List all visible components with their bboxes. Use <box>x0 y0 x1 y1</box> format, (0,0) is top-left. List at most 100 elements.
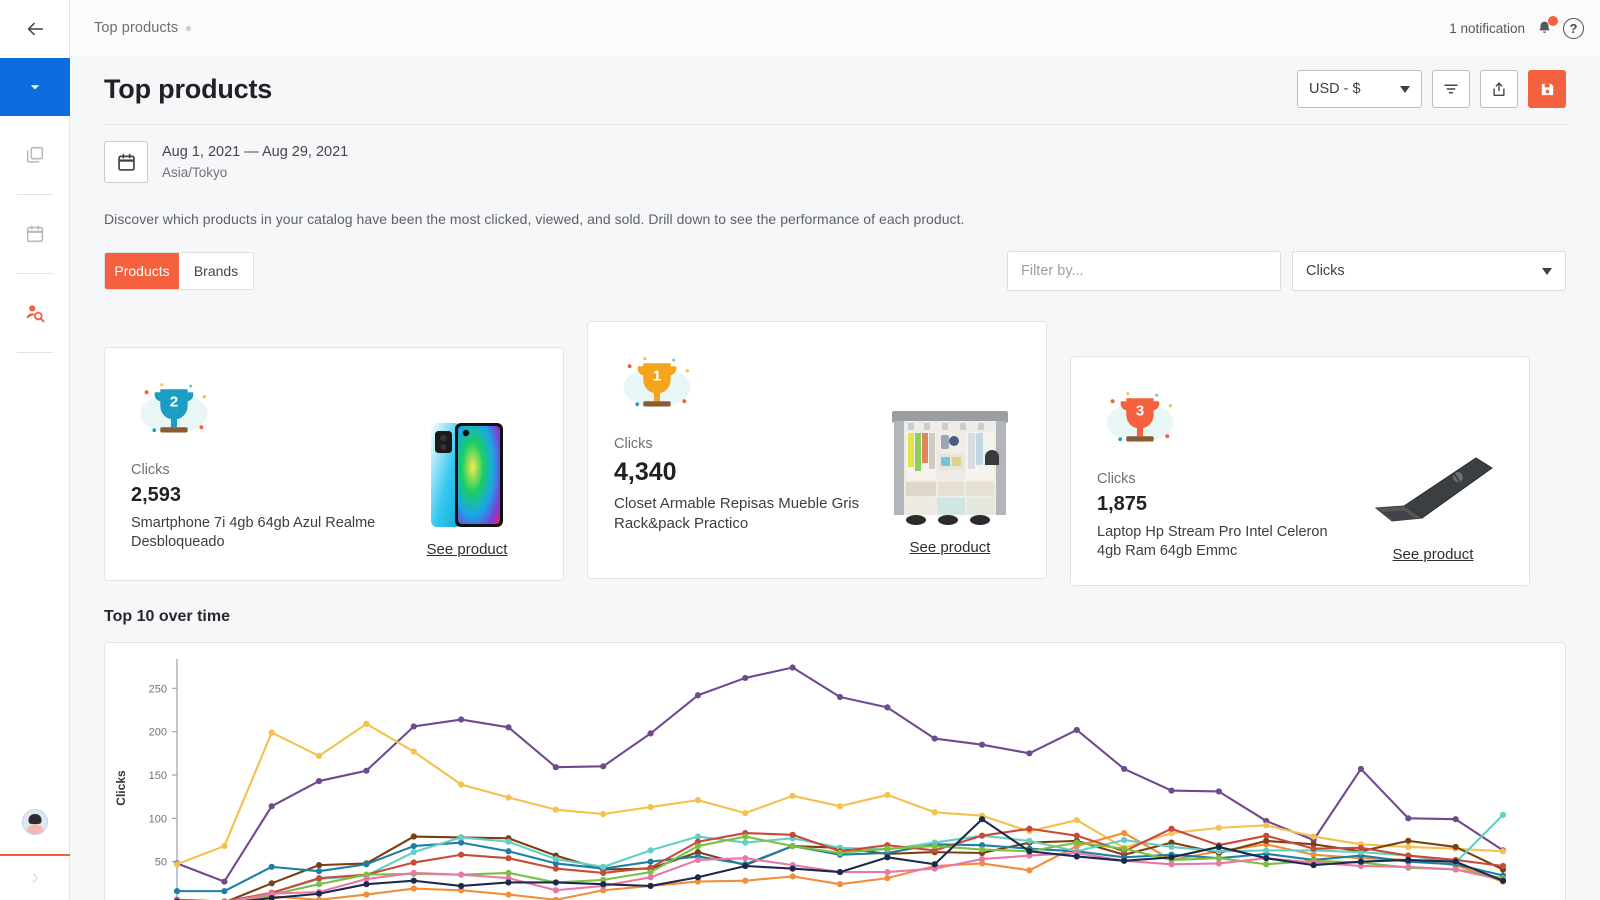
back-button[interactable] <box>0 0 69 58</box>
top-products-podium: 2 Clicks 2,593 Smartphone 7i 4gb 64gb Az… <box>104 321 1566 586</box>
segmented-control: Products Brands <box>104 252 254 290</box>
svg-text:250: 250 <box>149 683 167 695</box>
avatar <box>22 809 48 835</box>
product-card-media: See product <box>1363 383 1503 563</box>
metric-value: 2,593 <box>131 484 389 507</box>
sidebar-avatar-button[interactable] <box>0 790 70 854</box>
product-card-media: See product <box>880 348 1020 556</box>
svg-text:50: 50 <box>155 857 167 869</box>
page-description: Discover which products in your catalog … <box>104 183 1566 227</box>
product-name: Closet Armable Repisas Mueble Gris Rack&… <box>614 494 872 534</box>
chart-card: 050100150200250ClicksAug 01Aug 08Aug 15A… <box>104 642 1566 900</box>
product-card-info: 3 Clicks 1,875 Laptop Hp Stream Pro Inte… <box>1097 383 1363 563</box>
page-header: Top products USD - $ <box>104 56 1566 125</box>
chevron-down-icon <box>1542 268 1552 275</box>
sidebar-item-active[interactable] <box>0 58 70 116</box>
smartphone-image <box>425 419 509 531</box>
question-mark-icon: ? <box>1570 21 1578 36</box>
product-name: Laptop Hp Stream Pro Intel Celeron 4gb R… <box>1097 523 1355 562</box>
smartphone-photo <box>425 419 509 531</box>
metric-label: Clicks <box>1097 471 1355 487</box>
sidebar-item-layers[interactable] <box>0 116 70 194</box>
sidebar-item-audience[interactable] <box>0 274 70 352</box>
page-header-actions: USD - $ <box>1297 70 1566 108</box>
notification-badge <box>1548 16 1558 26</box>
breadcrumb-dot-icon <box>186 26 191 31</box>
share-upload-icon <box>1490 80 1508 99</box>
sidebar-collapse-button[interactable] <box>0 856 70 900</box>
product-card-info: 2 Clicks 2,593 Smartphone 7i 4gb 64gb Az… <box>131 374 397 558</box>
product-card-rank-3[interactable]: 3 Clicks 1,875 Laptop Hp Stream Pro Inte… <box>1070 356 1530 586</box>
date-range-value: Aug 1, 2021 — Aug 29, 2021 <box>162 142 348 163</box>
sidebar-divider <box>17 352 53 353</box>
see-product-link[interactable]: See product <box>1393 546 1474 563</box>
notification-count-label: 1 notification <box>1449 21 1525 36</box>
metric-select-value: Clicks <box>1306 263 1345 279</box>
date-range-text: Aug 1, 2021 — Aug 29, 2021 Asia/Tokyo <box>162 142 348 183</box>
product-card-rank-1[interactable]: 1 Clicks 4,340 Closet Armable Repisas Mu… <box>587 321 1047 579</box>
metric-value: 1,875 <box>1097 493 1355 516</box>
trophy-icon: 2 <box>131 374 223 450</box>
closet-wardrobe-photo <box>886 399 1014 529</box>
tab-brands[interactable]: Brands <box>179 253 253 289</box>
currency-select-value: USD - $ <box>1309 81 1361 97</box>
product-card-media: See product <box>397 374 537 558</box>
calendar-icon <box>24 223 46 245</box>
calendar-icon <box>116 152 137 173</box>
chart-series <box>174 833 1506 900</box>
timezone-label: Asia/Tokyo <box>162 163 348 183</box>
metric-label: Clicks <box>614 436 872 452</box>
save-button[interactable] <box>1528 70 1566 108</box>
notifications-button[interactable] <box>1534 17 1554 39</box>
top-10-over-time-chart: 050100150200250ClicksAug 01Aug 08Aug 15A… <box>105 643 1531 900</box>
svg-text:2: 2 <box>170 394 178 411</box>
topbar-actions: 1 notification ? <box>1449 17 1584 39</box>
date-range-row: Aug 1, 2021 — Aug 29, 2021 Asia/Tokyo <box>104 125 1566 183</box>
see-product-link[interactable]: See product <box>910 539 991 556</box>
chevron-down-icon <box>1400 86 1410 93</box>
trophy-rank-3: 3 <box>1097 383 1355 459</box>
metric-label: Clicks <box>131 462 389 478</box>
sidebar-item-calendar[interactable] <box>0 195 70 273</box>
currency-select[interactable]: USD - $ <box>1297 70 1422 108</box>
chevron-right-icon <box>28 871 42 885</box>
metric-value: 4,340 <box>614 458 872 487</box>
product-card-info: 1 Clicks 4,340 Closet Armable Repisas Mu… <box>614 348 880 556</box>
main-content: Top products 1 notification ? <box>70 0 1600 900</box>
laptop-photo <box>1370 444 1496 536</box>
see-product-link[interactable]: See product <box>427 541 508 558</box>
metric-select[interactable]: Clicks <box>1292 251 1566 291</box>
product-card-rank-2[interactable]: 2 Clicks 2,593 Smartphone 7i 4gb 64gb Az… <box>104 347 564 581</box>
filter-button[interactable] <box>1432 70 1470 108</box>
closet-image <box>886 399 1014 529</box>
filter-input[interactable] <box>1007 251 1281 291</box>
page-title: Top products <box>104 74 272 105</box>
share-button[interactable] <box>1480 70 1518 108</box>
date-picker-button[interactable] <box>104 141 148 183</box>
chart-section-title: Top 10 over time <box>104 608 1566 626</box>
svg-text:Clicks: Clicks <box>114 770 128 806</box>
arrow-left-icon <box>24 18 46 40</box>
breadcrumb[interactable]: Top products <box>94 20 191 36</box>
svg-text:3: 3 <box>1136 403 1144 420</box>
copy-layers-icon <box>24 144 46 166</box>
trophy-rank-1: 1 <box>614 348 872 424</box>
topbar: Top products 1 notification ? <box>70 0 1600 56</box>
tab-products[interactable]: Products <box>105 253 179 289</box>
laptop-image <box>1370 444 1496 536</box>
user-search-icon <box>24 302 46 324</box>
svg-text:1: 1 <box>653 368 662 385</box>
page-body: Top products USD - $ <box>104 56 1566 900</box>
svg-text:100: 100 <box>149 813 167 825</box>
caret-down-icon <box>28 80 42 94</box>
save-floppy-icon <box>1539 81 1556 98</box>
breadcrumb-label: Top products <box>94 20 178 36</box>
product-name: Smartphone 7i 4gb 64gb Azul Realme Desbl… <box>131 514 389 553</box>
filter-icon <box>1442 80 1460 98</box>
controls-row: Products Brands Clicks <box>104 227 1566 291</box>
svg-text:200: 200 <box>149 727 167 739</box>
sidebar <box>0 0 70 900</box>
trophy-rank-2: 2 <box>131 374 389 450</box>
help-button[interactable]: ? <box>1563 18 1584 39</box>
filter-controls: Clicks <box>1007 251 1566 291</box>
